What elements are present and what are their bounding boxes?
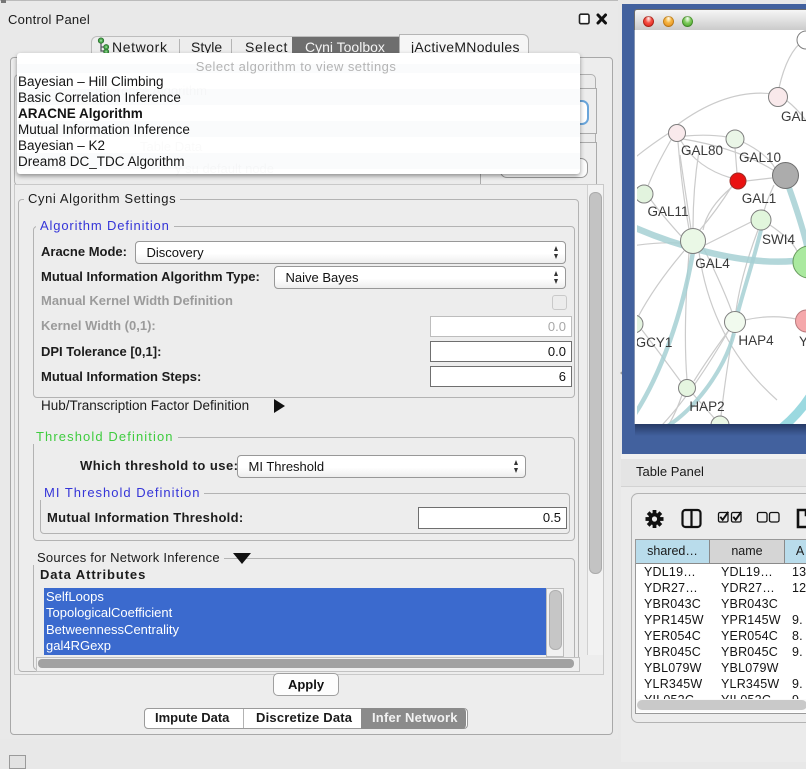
svg-text:YMR: YMR — [799, 334, 806, 349]
svg-text:GAL11: GAL11 — [647, 204, 688, 219]
svg-text:GCY1: GCY1 — [637, 335, 672, 350]
svg-text:HAP2: HAP2 — [689, 399, 724, 414]
svg-text:GAL10: GAL10 — [739, 150, 781, 165]
svg-text:SWI4: SWI4 — [762, 232, 795, 247]
svg-text:GAL4: GAL4 — [695, 256, 730, 271]
svg-text:GAL80: GAL80 — [681, 143, 723, 158]
svg-text:GAL1: GAL1 — [742, 191, 777, 206]
svg-text:HAP4: HAP4 — [738, 333, 774, 348]
svg-text:GAL7: GAL7 — [781, 109, 806, 124]
